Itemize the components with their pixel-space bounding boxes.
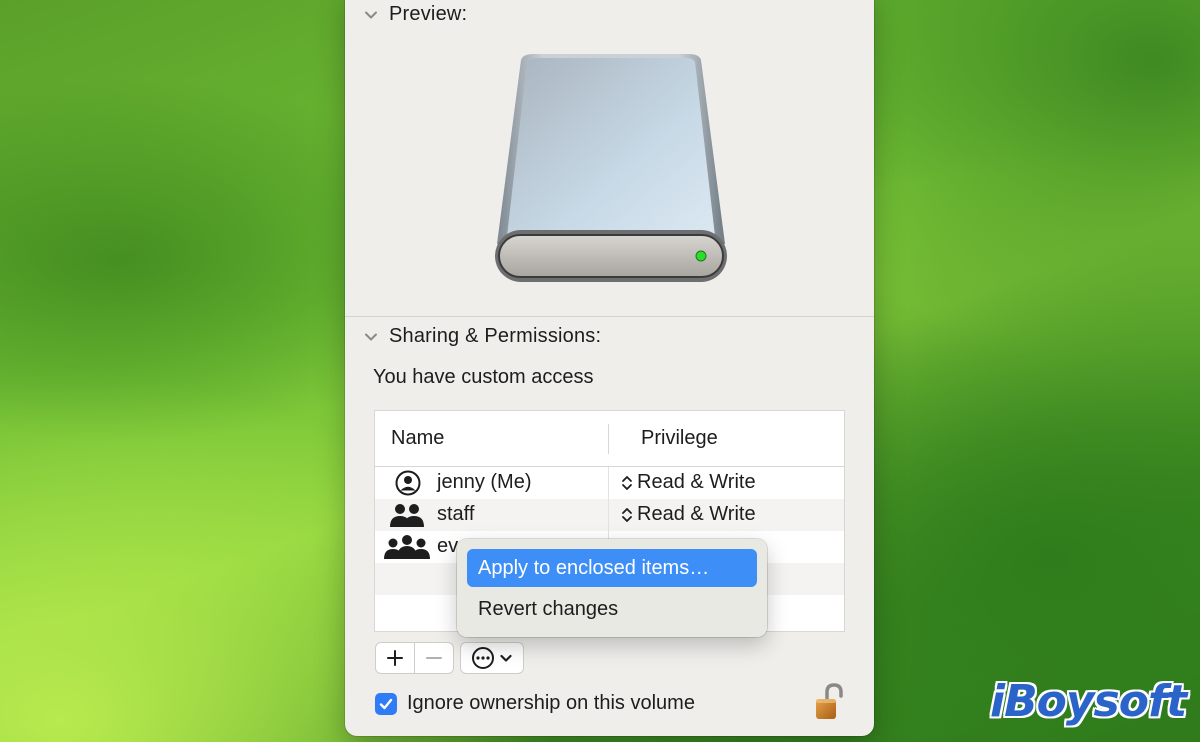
menu-item-revert-changes[interactable]: Revert changes [467,590,757,628]
privilege-popup[interactable]: Read & Write [621,471,756,494]
lock-open-icon[interactable] [813,682,847,722]
minus-icon [426,657,442,659]
watermark-logo: iBoysoft [990,676,1187,727]
up-down-chevron-icon [622,475,632,490]
sharing-header[interactable]: Sharing & Permissions: [363,325,601,348]
column-header-privilege[interactable]: Privilege [641,427,718,450]
user-name: ev [437,535,459,557]
add-user-button[interactable] [375,642,415,674]
plus-icon [387,650,403,666]
permissions-button-bar [375,642,524,674]
table-row[interactable]: jenny (Me) Read & Write [375,467,844,499]
column-separator [608,499,609,531]
table-row[interactable]: staff Read & Write [375,499,844,531]
user-name: staff [437,503,475,525]
table-header: Name Privilege [375,411,844,467]
group-people-icon [384,535,430,559]
preview-header[interactable]: Preview: [363,3,467,26]
chevron-down-icon [500,654,512,662]
ellipsis-circle-icon [472,647,494,669]
privilege-value: Read & Write [637,503,756,525]
chevron-down-icon[interactable] [363,329,379,345]
column-header-name[interactable]: Name [391,427,444,450]
person-circle-icon [395,470,421,496]
menu-item-apply-enclosed[interactable]: Apply to enclosed items… [467,549,757,587]
sharing-label: Sharing & Permissions: [389,325,602,347]
privilege-value: Read & Write [637,471,756,493]
remove-user-button[interactable] [415,642,454,674]
action-menu-button[interactable] [460,642,524,674]
chevron-down-icon[interactable] [363,7,379,23]
section-divider [345,316,874,317]
ignore-ownership-option[interactable]: Ignore ownership on this volume [375,692,695,715]
user-name: jenny (Me) [437,471,532,493]
two-people-icon [390,504,424,527]
checkmark-icon [379,698,393,709]
privilege-popup[interactable]: Read & Write [621,503,756,526]
up-down-chevron-icon [622,507,632,522]
external-drive-icon [495,54,727,282]
context-menu: Apply to enclosed items… Revert changes [457,539,767,637]
column-separator [608,467,609,499]
column-separator [608,424,609,454]
access-status-text: You have custom access [373,366,594,388]
preview-label: Preview: [389,3,468,25]
ignore-ownership-label: Ignore ownership on this volume [407,692,695,714]
ignore-ownership-checkbox[interactable] [375,692,397,715]
